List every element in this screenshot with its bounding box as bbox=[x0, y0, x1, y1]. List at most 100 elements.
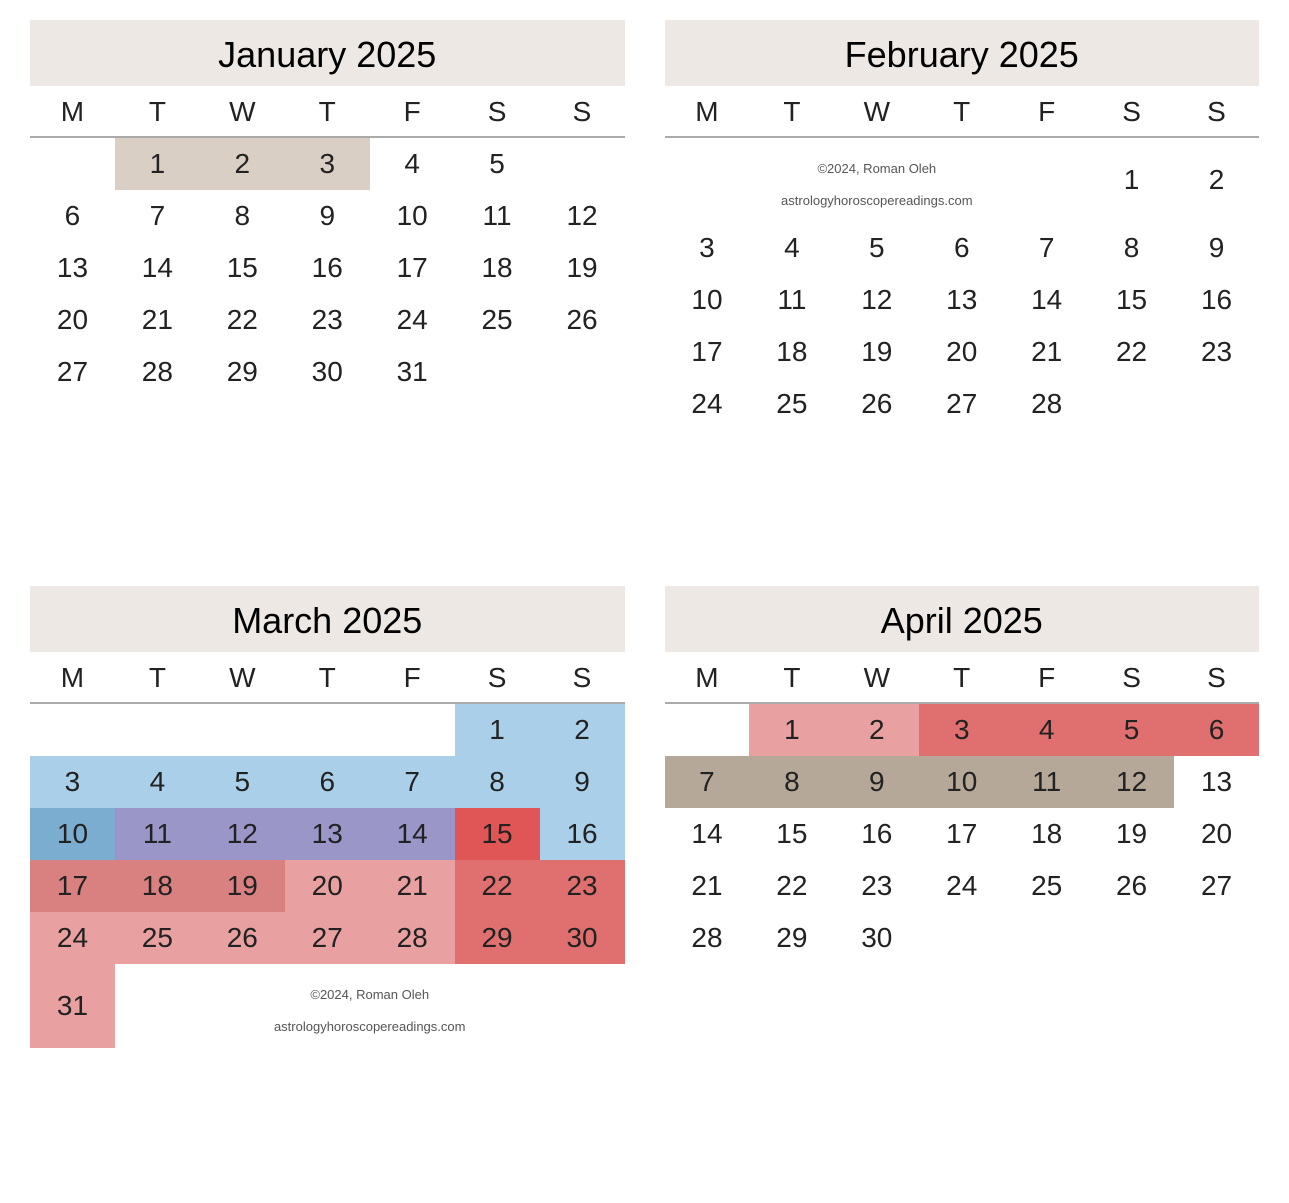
table-row: 24 25 26 27 28 29 30 bbox=[30, 912, 625, 964]
table-cell: 2 bbox=[1174, 137, 1259, 222]
table-cell: 13 bbox=[1174, 756, 1259, 808]
copyright-cell: ©2024, Roman Oleh astrologyhoroscoperead… bbox=[665, 137, 1090, 222]
table-cell: 22 bbox=[749, 860, 834, 912]
table-cell: 25 bbox=[749, 378, 834, 430]
table-cell: 12 bbox=[1089, 756, 1174, 808]
table-cell: 26 bbox=[200, 912, 285, 964]
table-cell: 26 bbox=[540, 294, 625, 346]
table-cell bbox=[1089, 912, 1174, 964]
table-cell: 17 bbox=[665, 326, 750, 378]
day-header-sun: S bbox=[1174, 652, 1259, 703]
table-row: 1 2 3 4 5 6 bbox=[665, 703, 1260, 756]
day-header-fri: F bbox=[370, 86, 455, 137]
table-cell: 2 bbox=[200, 137, 285, 190]
day-header-wed: W bbox=[200, 652, 285, 703]
table-row: 28 29 30 bbox=[665, 912, 1260, 964]
day-header-fri: F bbox=[370, 652, 455, 703]
table-cell: 13 bbox=[919, 274, 1004, 326]
january-title: January 2025 bbox=[30, 20, 625, 86]
table-row: 3 4 5 6 7 8 9 bbox=[30, 756, 625, 808]
day-header-tue: T bbox=[115, 652, 200, 703]
table-cell: 29 bbox=[200, 346, 285, 398]
table-row: 10 11 12 13 14 15 16 bbox=[665, 274, 1260, 326]
table-cell: 16 bbox=[285, 242, 370, 294]
table-cell: 31 bbox=[370, 346, 455, 398]
day-header-thu: T bbox=[285, 652, 370, 703]
table-cell: 16 bbox=[834, 808, 919, 860]
table-row: ©2024, Roman Oleh astrologyhoroscoperead… bbox=[665, 137, 1260, 222]
table-cell: 5 bbox=[200, 756, 285, 808]
table-row: 17 18 19 20 21 22 23 bbox=[30, 860, 625, 912]
table-row: 1 2 3 4 5 bbox=[30, 137, 625, 190]
table-cell: 7 bbox=[665, 756, 750, 808]
table-cell: 19 bbox=[200, 860, 285, 912]
table-cell: 10 bbox=[665, 274, 750, 326]
calendar-march: March 2025 M T W T F S S 1 2 bbox=[10, 576, 645, 1194]
day-header-fri: F bbox=[1004, 86, 1089, 137]
table-cell: 4 bbox=[115, 756, 200, 808]
copyright-cell: ©2024, Roman Oleh astrologyhoroscoperead… bbox=[115, 964, 625, 1048]
table-row: 31 ©2024, Roman Oleh astrologyhoroscoper… bbox=[30, 964, 625, 1048]
table-cell bbox=[370, 703, 455, 756]
table-cell: 1 bbox=[1089, 137, 1174, 222]
table-cell: 19 bbox=[1089, 808, 1174, 860]
table-cell: 10 bbox=[370, 190, 455, 242]
table-row: 6 7 8 9 10 11 12 bbox=[30, 190, 625, 242]
day-header-mon: M bbox=[30, 86, 115, 137]
table-cell: 16 bbox=[1174, 274, 1259, 326]
table-cell: 29 bbox=[749, 912, 834, 964]
table-row: 17 18 19 20 21 22 23 bbox=[665, 326, 1260, 378]
table-cell: 15 bbox=[1089, 274, 1174, 326]
table-row: 14 15 16 17 18 19 20 bbox=[665, 808, 1260, 860]
table-cell: 6 bbox=[1174, 703, 1259, 756]
table-cell: 12 bbox=[834, 274, 919, 326]
table-cell bbox=[919, 912, 1004, 964]
table-cell: 27 bbox=[1174, 860, 1259, 912]
table-cell: 21 bbox=[370, 860, 455, 912]
table-cell: 8 bbox=[455, 756, 540, 808]
table-cell bbox=[1004, 912, 1089, 964]
table-cell: 17 bbox=[919, 808, 1004, 860]
day-header-sun: S bbox=[1174, 86, 1259, 137]
calendar-january: January 2025 M T W T F S S 1 2 3 4 5 bbox=[10, 10, 645, 576]
table-cell: 2 bbox=[540, 703, 625, 756]
table-cell: 7 bbox=[115, 190, 200, 242]
day-header-wed: W bbox=[200, 86, 285, 137]
table-cell: 4 bbox=[1004, 703, 1089, 756]
table-cell: 29 bbox=[455, 912, 540, 964]
day-header-mon: M bbox=[665, 652, 750, 703]
day-header-thu: T bbox=[285, 86, 370, 137]
table-cell: 30 bbox=[834, 912, 919, 964]
table-cell: 13 bbox=[285, 808, 370, 860]
table-row: 13 14 15 16 17 18 19 bbox=[30, 242, 625, 294]
table-cell bbox=[30, 703, 115, 756]
day-header-mon: M bbox=[30, 652, 115, 703]
table-cell: 16 bbox=[540, 808, 625, 860]
table-cell: 12 bbox=[540, 190, 625, 242]
day-header-sat: S bbox=[1089, 652, 1174, 703]
table-cell: 28 bbox=[115, 346, 200, 398]
table-cell: 8 bbox=[1089, 222, 1174, 274]
table-cell: 21 bbox=[115, 294, 200, 346]
table-cell: 9 bbox=[834, 756, 919, 808]
table-cell: 14 bbox=[1004, 274, 1089, 326]
table-cell: 8 bbox=[200, 190, 285, 242]
table-cell: 21 bbox=[1004, 326, 1089, 378]
table-cell: 17 bbox=[370, 242, 455, 294]
day-header-tue: T bbox=[749, 652, 834, 703]
table-cell bbox=[30, 137, 115, 190]
table-row: 27 28 29 30 31 bbox=[30, 346, 625, 398]
day-header-wed: W bbox=[834, 86, 919, 137]
table-cell bbox=[540, 346, 625, 398]
table-row: 7 8 9 10 11 12 13 bbox=[665, 756, 1260, 808]
table-cell: 30 bbox=[285, 346, 370, 398]
table-row: 1 2 bbox=[30, 703, 625, 756]
table-cell: 18 bbox=[455, 242, 540, 294]
table-cell: 18 bbox=[115, 860, 200, 912]
table-cell: 3 bbox=[919, 703, 1004, 756]
table-cell bbox=[285, 703, 370, 756]
day-header-sun: S bbox=[540, 652, 625, 703]
copyright-text: ©2024, Roman Oleh astrologyhoroscoperead… bbox=[274, 987, 466, 1034]
table-cell: 9 bbox=[1174, 222, 1259, 274]
table-cell: 1 bbox=[115, 137, 200, 190]
